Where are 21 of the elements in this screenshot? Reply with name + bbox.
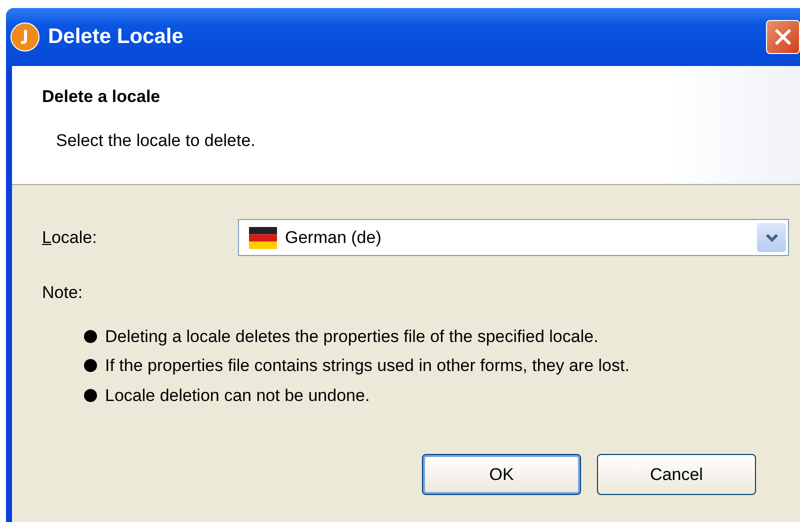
note-item: Locale deletion can not be undone. (105, 384, 370, 406)
close-icon (773, 27, 793, 47)
bullet-icon (84, 359, 97, 372)
window-title: Delete Locale (48, 24, 184, 50)
close-button[interactable] (766, 20, 800, 54)
header-title: Delete a locale (42, 86, 162, 108)
flag-icon (249, 226, 277, 248)
note-item: Deleting a locale deletes the properties file of the specified locale. (105, 326, 598, 348)
bullet-icon (84, 330, 97, 343)
header-description: Select the locale to delete. (56, 130, 256, 152)
field-label: Locale: (42, 226, 98, 249)
app-icon (10, 22, 40, 52)
dropdown-arrow-button[interactable] (757, 223, 786, 252)
note-label: Note: (42, 282, 84, 304)
bullet-icon (84, 388, 97, 402)
locale-dropdown[interactable]: German (de) (238, 219, 789, 256)
ok-button[interactable]: OK (422, 454, 581, 495)
cancel-button[interactable]: Cancel (597, 454, 756, 495)
dropdown-value: German (de) (285, 226, 382, 249)
note-item: If the properties file contains strings used in other forms, they are lost. (105, 355, 630, 377)
chevron-down-icon (764, 232, 778, 242)
